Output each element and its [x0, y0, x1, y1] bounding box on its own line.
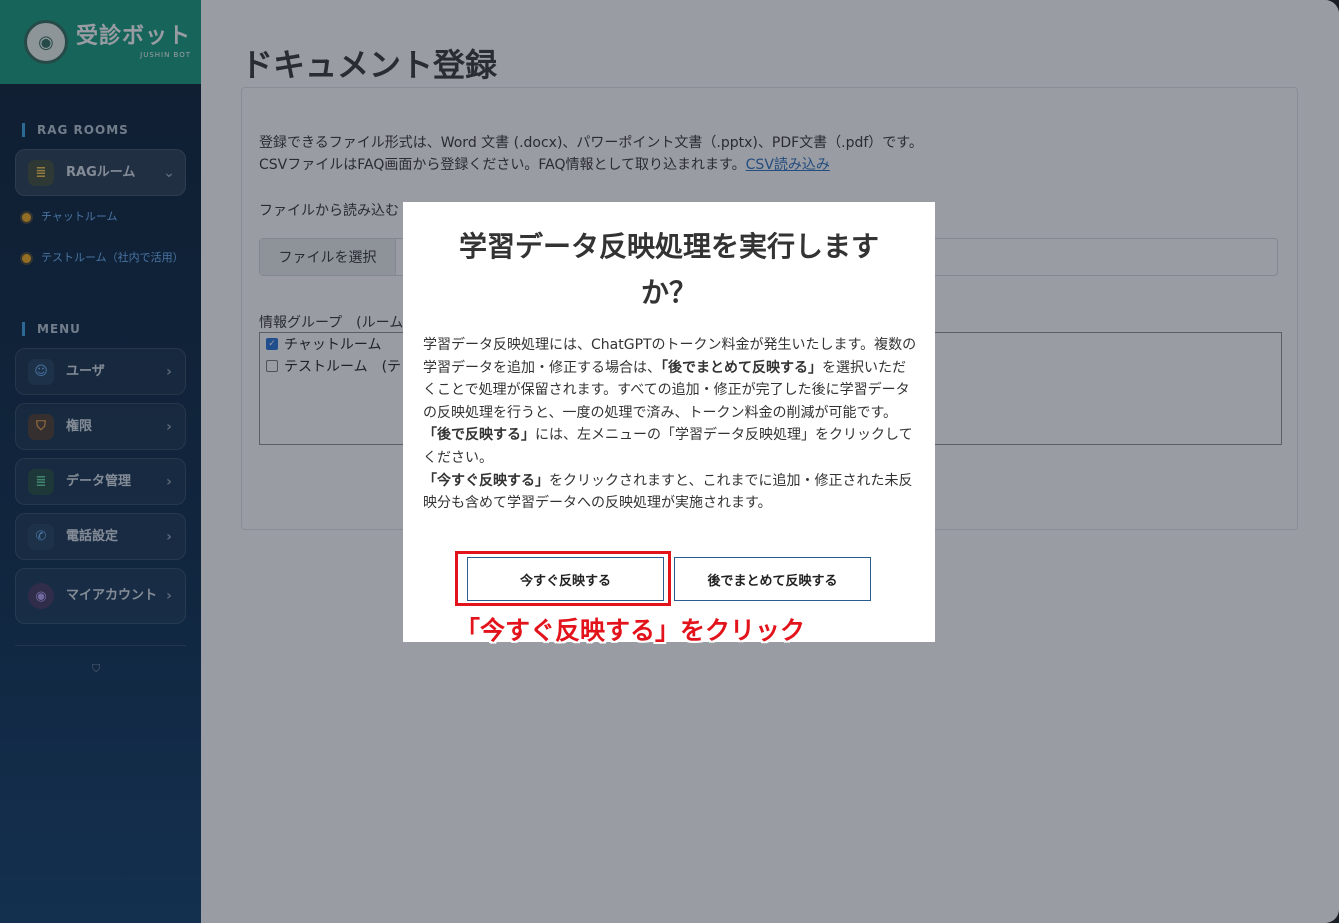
highlight-box: [455, 551, 671, 606]
dialog-body: 学習データ反映処理には、ChatGPTのトークン料金が発生いたします。複数の学習…: [423, 334, 918, 515]
dialog-title: 学習データ反映処理を実行しますか？: [458, 230, 879, 309]
apply-later-button[interactable]: 後でまとめて反映する: [674, 557, 871, 601]
annotation-text: 「今すぐ反映する」をクリック: [455, 616, 806, 645]
app-window: ◉ 受診ボット JUSHIN BOT RAG ROOMS ≣ RAGルーム ⌄ …: [0, 0, 1339, 923]
dialog-emphasis-later-all: 「後でまとめて反映する」: [661, 359, 822, 376]
dialog-emphasis-now: 「今すぐ反映する」: [423, 472, 549, 489]
dialog-emphasis-later: 「後で反映する」: [423, 427, 535, 444]
